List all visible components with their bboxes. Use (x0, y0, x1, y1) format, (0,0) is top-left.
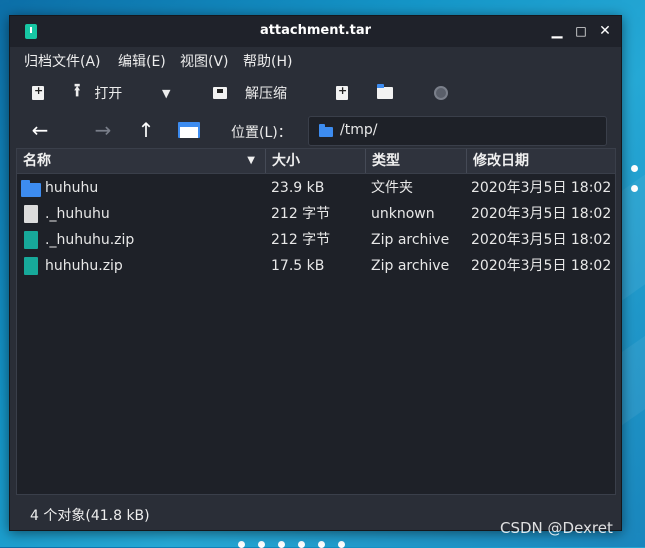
up-button[interactable]: ↑ (134, 118, 158, 142)
extract-icon (213, 87, 227, 99)
extract-button[interactable]: 解压缩 (213, 80, 287, 106)
window-title: attachment.tar (259, 23, 372, 38)
stop-button[interactable] (434, 80, 448, 106)
add-folder-button[interactable] (377, 80, 393, 106)
add-file-icon (336, 84, 348, 100)
toolbar: ⭱ 打开 ▼ 解压缩 (10, 76, 621, 110)
sort-arrow-icon: ▼ (247, 155, 255, 166)
archive-manager-window: attachment.tar ▁ □ ✕ 归档文件(A) 编辑(E) 视图(V)… (9, 15, 622, 531)
column-header-name[interactable]: 名称 ▼ (17, 149, 266, 173)
file-row[interactable]: ._huhuhu 212 字节 unknown 2020年3月5日 18:02 (17, 201, 615, 227)
location-label: 位置(L)： (231, 125, 292, 141)
title-bar[interactable]: attachment.tar ▁ □ ✕ (10, 16, 621, 47)
add-files-button[interactable] (336, 80, 348, 106)
new-document-icon (32, 84, 44, 100)
file-size: 23.9 kB (271, 180, 325, 196)
file-name: huhuhu (45, 180, 99, 196)
menu-edit[interactable]: 编辑(E) (118, 51, 166, 71)
home-icon (180, 127, 198, 138)
extract-label: 解压缩 (245, 86, 287, 102)
location-field[interactable]: /tmp/ (308, 116, 607, 146)
file-type: 文件夹 (371, 180, 413, 196)
zip-file-icon (24, 231, 38, 249)
location-path: /tmp/ (340, 122, 378, 138)
folder-icon (21, 180, 41, 197)
close-button[interactable]: ✕ (595, 21, 615, 41)
dropdown-arrow-icon: ▼ (162, 86, 171, 100)
file-name: huhuhu.zip (45, 258, 123, 274)
file-name: ._huhuhu (45, 206, 110, 222)
stop-icon (434, 86, 448, 100)
column-header-type[interactable]: 类型 (366, 149, 467, 173)
file-row[interactable]: huhuhu 23.9 kB 文件夹 2020年3月5日 18:02 (17, 175, 615, 201)
desktop-dot (631, 165, 638, 172)
column-header-modified[interactable]: 修改日期 (467, 149, 615, 173)
file-size: 17.5 kB (271, 258, 325, 274)
file-row[interactable]: ._huhuhu.zip 212 字节 Zip archive 2020年3月5… (17, 227, 615, 253)
new-archive-button[interactable] (32, 80, 44, 106)
maximize-button[interactable]: □ (571, 21, 591, 41)
open-label: 打开 (94, 86, 123, 102)
back-button[interactable]: ← (28, 118, 52, 142)
file-modified: 2020年3月5日 18:02 (471, 180, 612, 196)
unknown-file-icon (24, 205, 38, 223)
home-folder-button[interactable] (178, 122, 200, 138)
column-header-size[interactable]: 大小 (266, 149, 366, 173)
minimize-button[interactable]: ▁ (547, 21, 567, 41)
add-folder-icon (377, 84, 393, 99)
open-recent-dropdown-button[interactable]: ▼ (162, 80, 170, 106)
file-list-header: 名称 ▼ 大小 类型 修改日期 (17, 149, 615, 174)
watermark: CSDN @Dexret (500, 519, 613, 537)
file-row[interactable]: huhuhu.zip 17.5 kB Zip archive 2020年3月5日… (17, 253, 615, 279)
menu-bar: 归档文件(A) 编辑(E) 视图(V) 帮助(H) (10, 47, 621, 73)
menu-view[interactable]: 视图(V) (180, 51, 229, 71)
menu-archive[interactable]: 归档文件(A) (24, 51, 101, 71)
file-name: ._huhuhu.zip (45, 232, 135, 248)
upload-icon: ⭱ (74, 80, 81, 101)
file-type: Zip archive (371, 258, 450, 274)
file-list: 名称 ▼ 大小 类型 修改日期 huhuhu 23.9 kB 文件夹 2020年… (16, 148, 616, 495)
file-type: Zip archive (371, 232, 450, 248)
file-modified: 2020年3月5日 18:02 (471, 232, 612, 248)
file-modified: 2020年3月5日 18:02 (471, 206, 612, 222)
status-text: 4 个对象(41.8 kB) (30, 508, 150, 524)
file-size: 212 字节 (271, 206, 331, 222)
zip-file-icon (24, 257, 38, 275)
location-bar: ← → ↑ 位置(L)： /tmp/ (10, 114, 621, 146)
desktop-dot (631, 185, 638, 192)
file-size: 212 字节 (271, 232, 331, 248)
menu-help[interactable]: 帮助(H) (243, 51, 292, 71)
file-modified: 2020年3月5日 18:02 (471, 258, 612, 274)
folder-icon (319, 124, 333, 137)
open-button[interactable]: ⭱ 打开 (74, 80, 122, 106)
file-type: unknown (371, 206, 435, 222)
forward-button[interactable]: → (91, 118, 115, 142)
